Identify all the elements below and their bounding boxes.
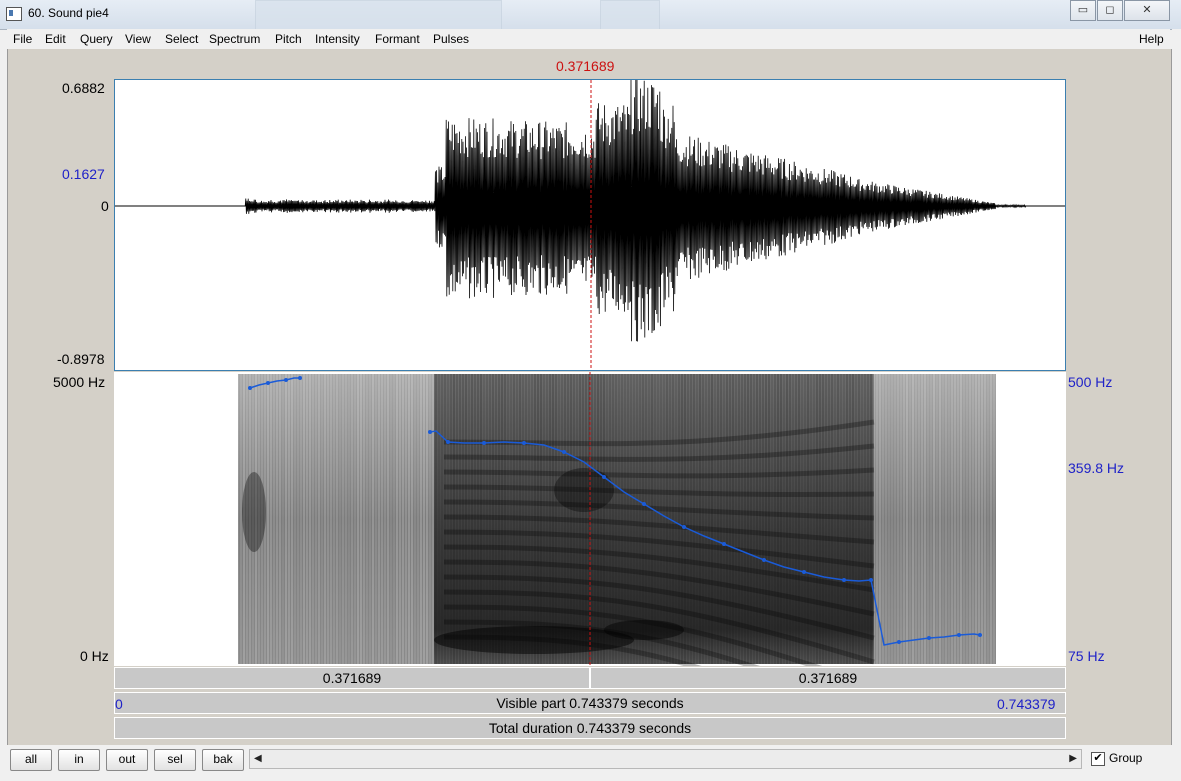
menu-select[interactable]: Select: [165, 32, 198, 46]
selection-left-bar[interactable]: 0.371689: [114, 667, 590, 689]
title-bar: 60. Sound pie4 ▭ ◻ ✕: [0, 0, 1181, 30]
right-duration-label: 0.371689: [798, 670, 858, 686]
pitch-point: [284, 378, 288, 382]
formant-band: [604, 620, 684, 640]
menu-help[interactable]: Help: [1139, 32, 1164, 46]
pitch-min-label: 75 Hz: [1068, 648, 1105, 664]
visible-part-bar[interactable]: Visible part 0.743379 seconds: [114, 692, 1066, 714]
pitch-point: [298, 376, 302, 380]
pitch-point: [957, 633, 961, 637]
pitch-point: [897, 640, 901, 644]
app-icon: [6, 7, 22, 21]
pitch-point: [978, 633, 982, 637]
group-checkbox[interactable]: ✔: [1091, 752, 1105, 766]
pitch-point: [522, 441, 526, 445]
window-edge: [1172, 29, 1181, 781]
horizontal-scrollbar[interactable]: ◀ ▶: [249, 749, 1082, 769]
pitch-point: [927, 636, 931, 640]
amplitude-cursor-label: 0.1627: [62, 166, 105, 182]
spectrogram-panel[interactable]: [114, 372, 1066, 666]
waveform-plot: [115, 80, 1065, 370]
pitch-point: [602, 475, 606, 479]
spectrogram-freq-min-label: 0 Hz: [80, 648, 109, 664]
formant-band: [242, 472, 266, 552]
maximize-button[interactable]: ◻: [1097, 0, 1123, 21]
formant-band: [434, 626, 634, 654]
spectrogram-freq-max-label: 5000 Hz: [53, 374, 106, 390]
zoom-in-button[interactable]: in: [58, 749, 100, 771]
pitch-point: [248, 386, 252, 390]
amplitude-zero-label: 0: [101, 198, 109, 214]
zoom-selection-button[interactable]: sel: [154, 749, 196, 771]
background-window-ghost: [255, 0, 502, 30]
pitch-point: [562, 450, 566, 454]
visible-start-label: 0: [115, 696, 123, 712]
pitch-point: [266, 381, 270, 385]
waveform-panel[interactable]: [114, 79, 1066, 371]
pitch-max-label: 500 Hz: [1068, 374, 1113, 390]
menu-pitch[interactable]: Pitch: [275, 32, 302, 46]
amplitude-min-label: -0.8978: [57, 351, 105, 367]
amplitude-max-label: 0.6882: [62, 80, 105, 96]
formant-band: [554, 468, 614, 512]
pitch-cursor-label: 359.8 Hz: [1068, 460, 1125, 476]
minimize-button[interactable]: ▭: [1070, 0, 1096, 21]
left-duration-label: 0.371689: [322, 670, 382, 686]
menu-formant[interactable]: Formant: [375, 32, 420, 46]
menu-pulses[interactable]: Pulses: [433, 32, 469, 46]
pitch-point: [869, 578, 873, 582]
pitch-point: [802, 570, 806, 574]
pitch-point: [482, 441, 486, 445]
noise-region: [238, 374, 434, 664]
zoom-out-button[interactable]: out: [106, 749, 148, 771]
menu-spectrum[interactable]: Spectrum: [209, 32, 260, 46]
menu-view[interactable]: View: [125, 32, 151, 46]
pitch-point: [842, 578, 846, 582]
total-duration-bar[interactable]: Total duration 0.743379 seconds: [114, 717, 1066, 739]
cursor-time-label: 0.371689: [556, 58, 615, 74]
zoom-back-button[interactable]: bak: [202, 749, 244, 771]
window-title: 60. Sound pie4: [28, 6, 109, 20]
zoom-all-button[interactable]: all: [10, 749, 52, 771]
close-button[interactable]: ✕: [1124, 0, 1170, 21]
menu-bar: File Edit Query View Select Spectrum Pit…: [7, 29, 1170, 49]
menu-file[interactable]: File: [13, 32, 32, 46]
waveform-trace: [115, 80, 1065, 342]
scroll-left-icon[interactable]: ◀: [254, 753, 262, 764]
selection-right-bar[interactable]: 0.371689: [590, 667, 1066, 689]
pitch-point: [446, 440, 450, 444]
visible-part-label: Visible part 0.743379 seconds: [496, 695, 684, 711]
menu-edit[interactable]: Edit: [45, 32, 66, 46]
group-label: Group: [1109, 751, 1143, 765]
pitch-point: [722, 542, 726, 546]
scroll-right-icon[interactable]: ▶: [1069, 753, 1077, 764]
pitch-point: [642, 502, 646, 506]
pitch-point: [682, 525, 686, 529]
total-duration-label: Total duration 0.743379 seconds: [488, 720, 692, 736]
background-window-ghost: [600, 0, 660, 30]
spectrogram-plot: [237, 372, 996, 666]
visible-end-label: 0.743379: [997, 696, 1056, 712]
menu-intensity[interactable]: Intensity: [315, 32, 360, 46]
pitch-point: [762, 558, 766, 562]
pitch-point: [428, 430, 432, 434]
menu-query[interactable]: Query: [80, 32, 113, 46]
